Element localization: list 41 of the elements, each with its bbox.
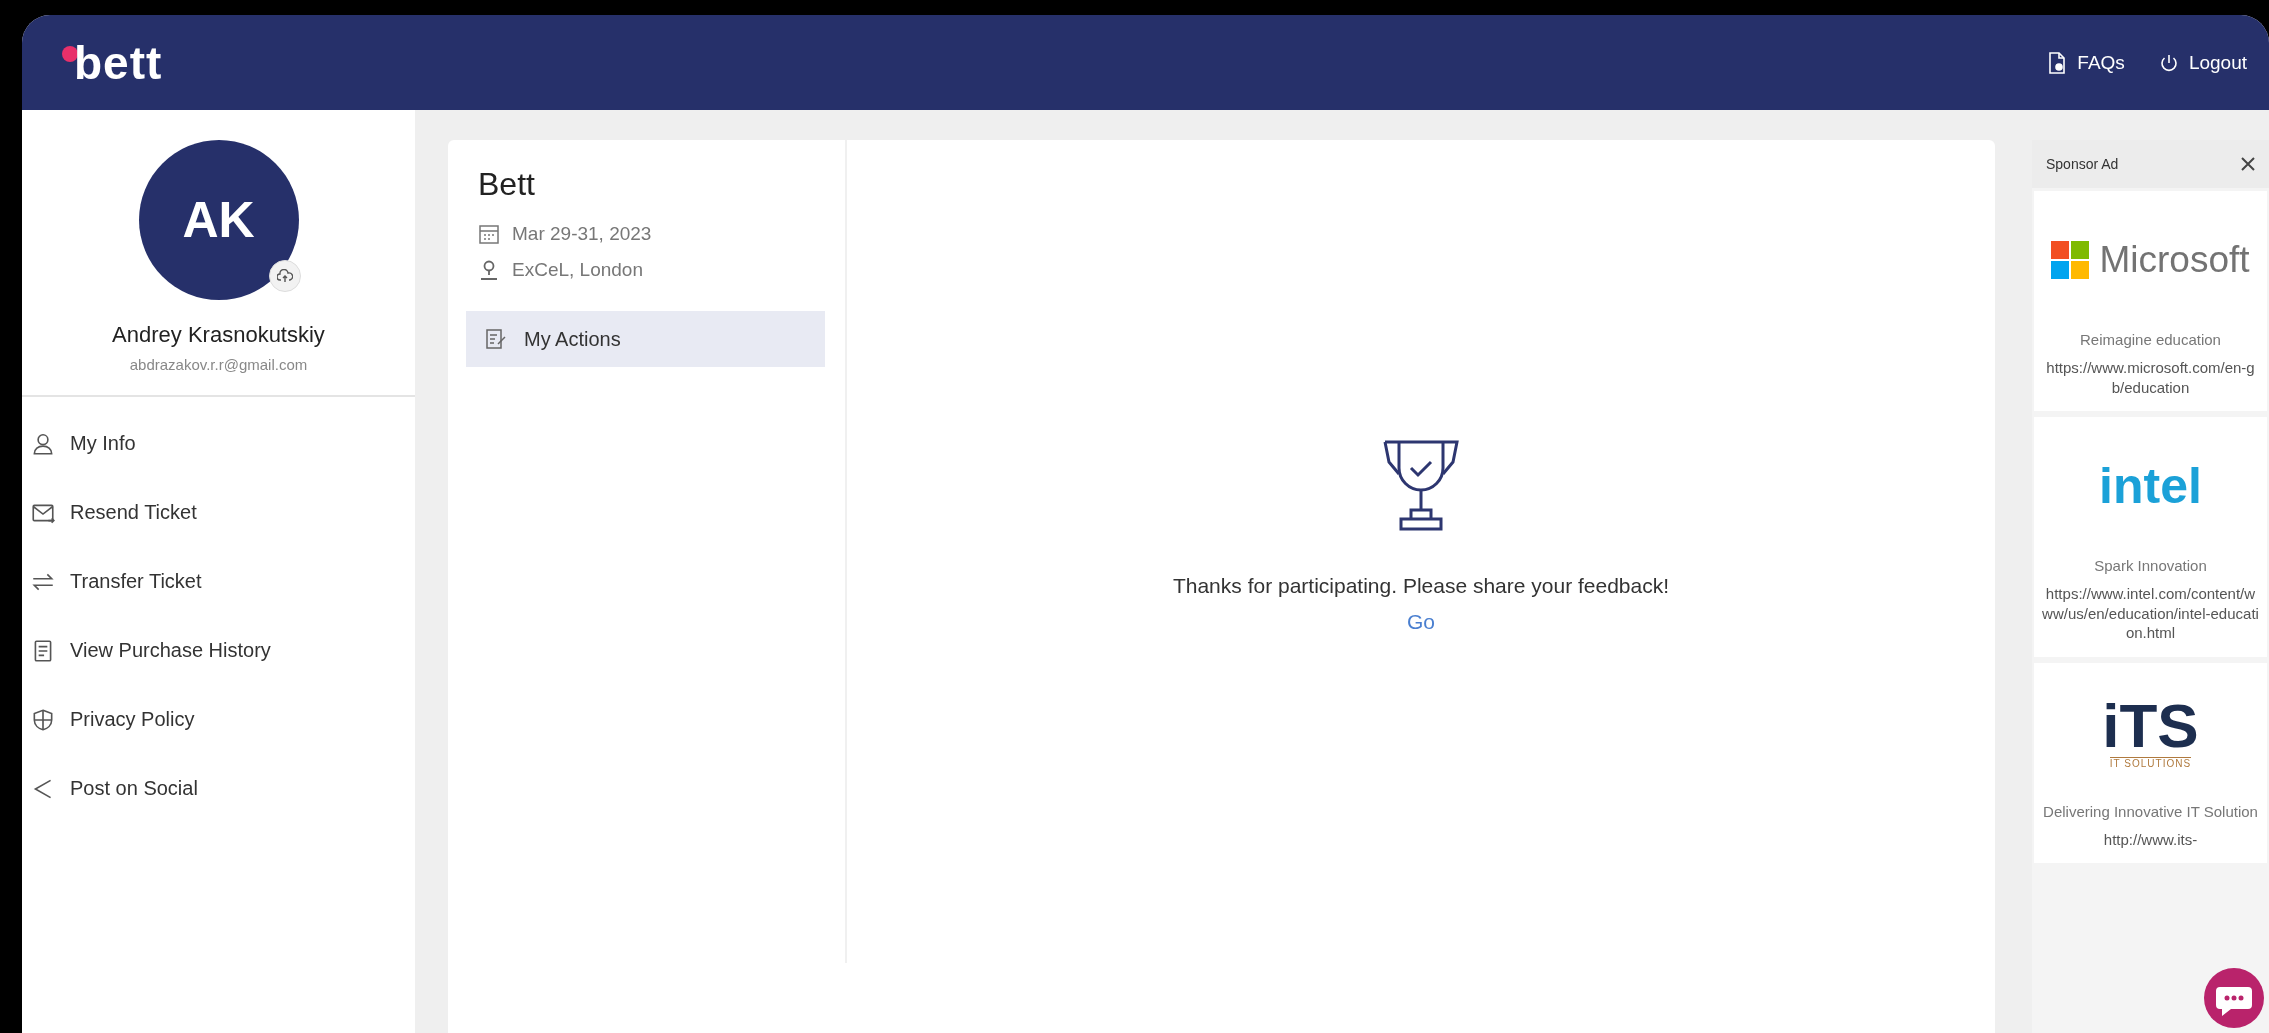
sponsor-ad-card[interactable]: iTS IT SOLUTIONS Delivering Innovative IT Solution http://www.its- xyxy=(2034,662,2267,863)
upload-button[interactable] xyxy=(268,260,301,292)
event-date: Mar 29-31, 2023 xyxy=(512,223,652,245)
intel-logo: intel xyxy=(2099,457,2202,515)
user-email: abdrazakov.r.r@gmail.com xyxy=(129,356,308,373)
event-title: Bett xyxy=(477,166,536,203)
menu-item[interactable]: Resend Ticket xyxy=(30,478,415,547)
trophy-icon xyxy=(1383,438,1459,534)
menu-item[interactable]: My Info xyxy=(30,409,415,478)
edit-list-icon xyxy=(484,327,508,351)
its-logo: iTS IT SOLUTIONS xyxy=(2102,694,2199,769)
go-link[interactable]: Go xyxy=(1407,610,1435,634)
ad-url[interactable]: https://www.microsoft.com/en-gb/education xyxy=(2042,358,2259,397)
power-icon xyxy=(2158,52,2179,73)
logout-link[interactable]: Logout xyxy=(2158,51,2247,74)
calendar-icon xyxy=(478,223,500,245)
ad-tagline: Delivering Innovative IT Solution xyxy=(2043,802,2258,820)
menu-item[interactable]: Transfer Ticket xyxy=(30,547,415,616)
close-icon[interactable] xyxy=(2241,157,2255,171)
sponsor-ad-title: Sponsor Ad xyxy=(2046,156,2119,172)
microsoft-logo: Microsoft xyxy=(2051,239,2250,281)
ad-tagline: Reimagine education xyxy=(2080,331,2221,348)
user-name: Andrey Krasnokutskiy xyxy=(112,322,325,348)
ad-url[interactable]: http://www.its- xyxy=(2103,829,2198,849)
ad-url[interactable]: https://www.intel.com/content/www/us/en/education/intel-education.html xyxy=(2042,584,2259,643)
feedback-message: Thanks for participating. Please share your feedback! xyxy=(1172,574,1670,598)
faq-link[interactable]: FAQs xyxy=(2047,51,2125,74)
nav-tab[interactable]: My Actions xyxy=(466,311,825,367)
bett-logo[interactable]: bett xyxy=(62,35,163,90)
document-icon xyxy=(2047,51,2068,74)
location-pin-icon xyxy=(478,259,500,281)
menu-item[interactable]: View Purchase History xyxy=(30,616,415,685)
avatar: AK xyxy=(138,140,299,300)
ad-tagline: Spark Innovation xyxy=(2094,557,2207,574)
menu-item[interactable]: Privacy Policy xyxy=(30,685,415,754)
cloud-upload-icon xyxy=(276,269,293,283)
chat-bubble-button[interactable] xyxy=(2203,967,2265,1029)
menu-item[interactable]: Post on Social xyxy=(30,754,415,823)
sponsor-ad-card[interactable]: Microsoft Reimagine education https://www.microsoft.com/en-gb/education xyxy=(2034,191,2267,411)
sponsor-ad-card[interactable]: intel Spark Innovation https://www.intel.com/content/www/us/en/education/intel-education.html xyxy=(2034,417,2267,657)
event-venue: ExCeL, London xyxy=(512,259,643,281)
